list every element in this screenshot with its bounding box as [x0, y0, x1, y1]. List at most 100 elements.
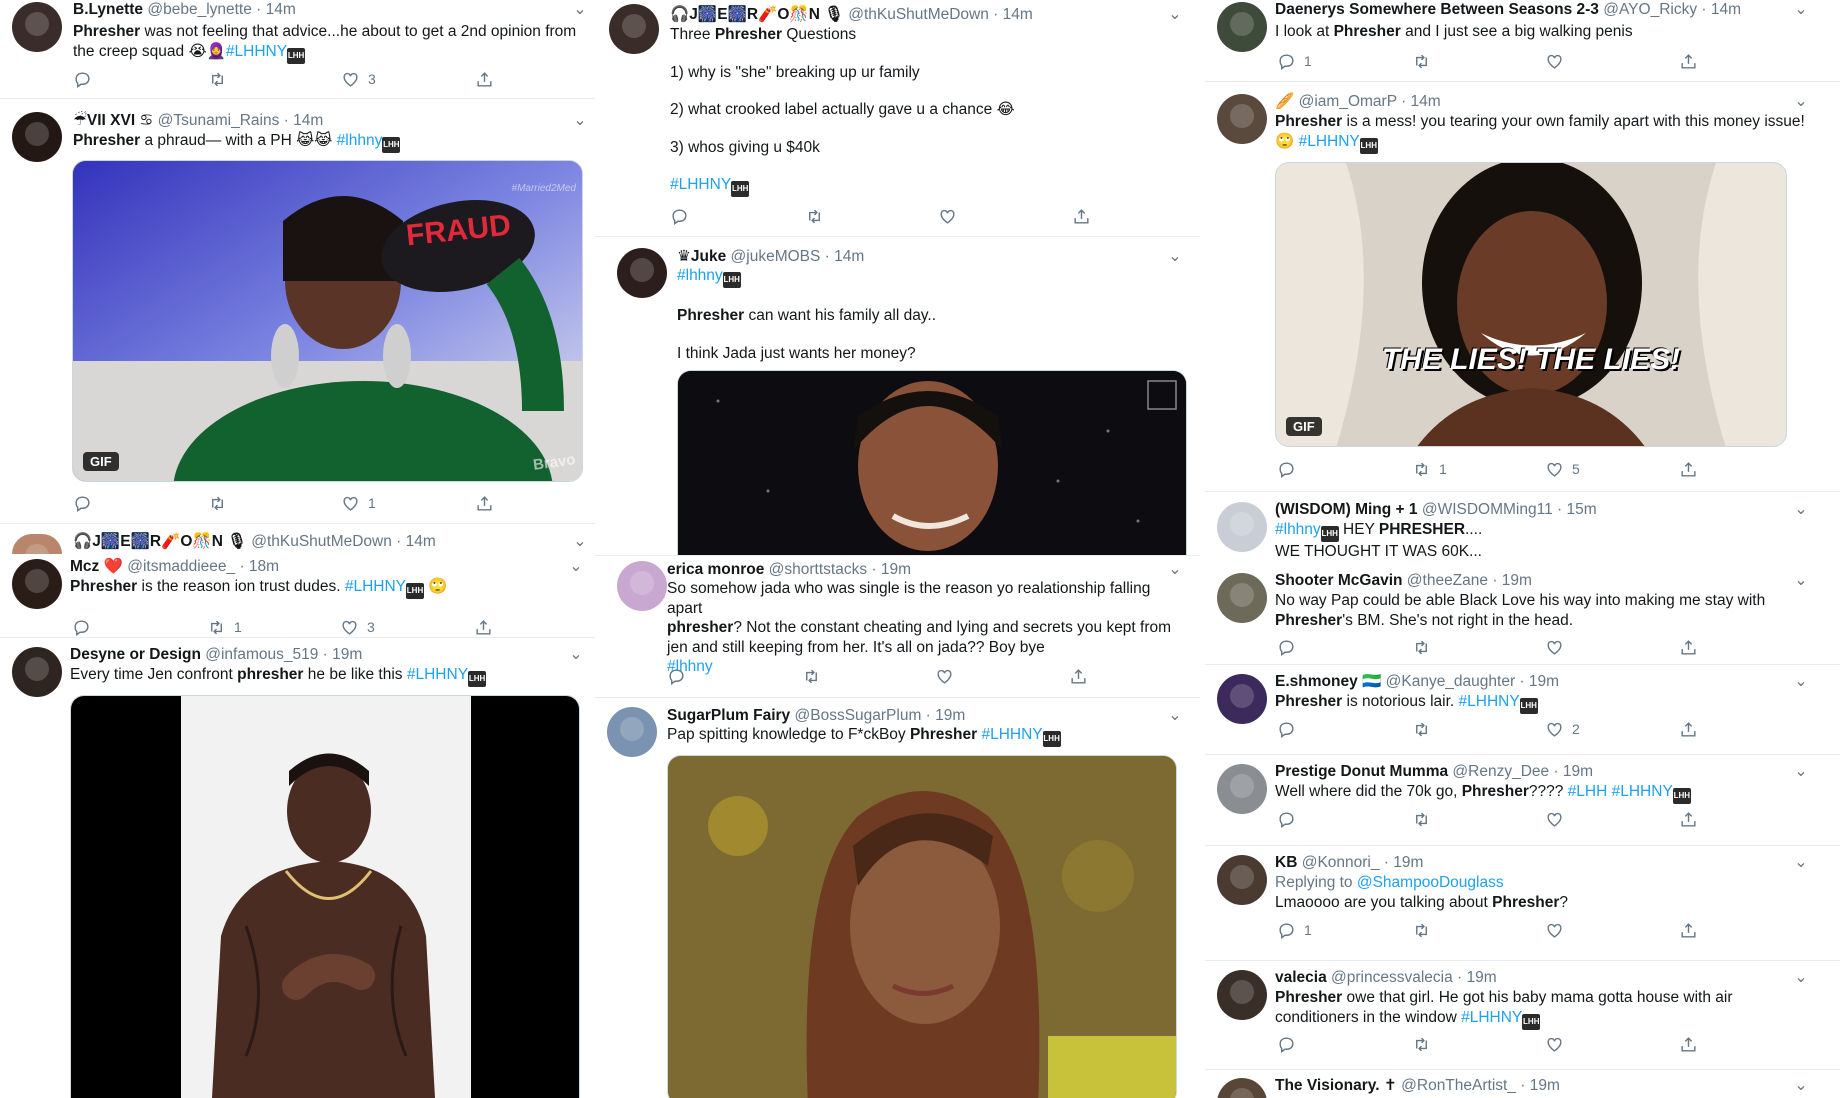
handle-timestamp[interactable]: @shorttstacks · 19m — [769, 561, 911, 578]
share-button[interactable] — [1679, 919, 1698, 941]
avatar[interactable] — [12, 2, 62, 52]
handle-timestamp[interactable]: @Tsunami_Rains · 14m — [158, 112, 324, 129]
chevron-down-icon[interactable]: ⌄ — [1791, 968, 1811, 988]
chevron-down-icon[interactable]: ⌄ — [566, 645, 586, 665]
like-button[interactable] — [1545, 1033, 1564, 1055]
chevron-down-icon[interactable]: ⌄ — [1791, 500, 1811, 520]
display-name[interactable]: B.Lynette — [73, 1, 143, 18]
avatar[interactable] — [12, 559, 62, 609]
chevron-down-icon[interactable]: ⌄ — [570, 532, 590, 552]
handle-timestamp[interactable]: @thKuShutMeDown · 14m — [251, 533, 436, 550]
gif-media[interactable] — [667, 755, 1177, 1098]
retweet-button[interactable] — [1412, 50, 1431, 72]
avatar[interactable] — [12, 534, 62, 554]
retweet-button[interactable]: 1 — [207, 616, 242, 638]
avatar[interactable] — [12, 112, 62, 162]
avatar[interactable] — [1217, 573, 1267, 623]
handle-timestamp[interactable]: @RonTheArtist_ · 19m — [1401, 1077, 1560, 1094]
chevron-down-icon[interactable]: ⌄ — [1791, 672, 1811, 692]
gif-media[interactable]: THE LIES! THE LIES! GIF — [1275, 162, 1787, 447]
like-button[interactable] — [1545, 919, 1564, 941]
retweet-button[interactable]: 1 — [1412, 458, 1447, 480]
like-button[interactable]: 2 — [1545, 718, 1580, 740]
display-name[interactable]: 🎧J🎆E🎆R🧨O🎊N 🎙 — [73, 533, 247, 550]
display-name[interactable]: erica monroe — [667, 561, 764, 578]
display-name[interactable]: SugarPlum Fairy — [667, 707, 790, 724]
hashtag[interactable]: #LHHNY — [1459, 693, 1520, 710]
share-button[interactable] — [475, 68, 494, 90]
display-name[interactable]: E.shmoney 🇸🇱 — [1275, 673, 1381, 690]
reply-button[interactable] — [670, 205, 689, 227]
display-name[interactable]: 🎧J🎆E🎆R🧨O🎊N 🎙 — [670, 6, 844, 23]
chevron-down-icon[interactable]: ⌄ — [1791, 762, 1811, 782]
share-button[interactable] — [1069, 665, 1088, 687]
hashtag[interactable]: #LHHNY — [345, 578, 406, 595]
avatar[interactable] — [1217, 970, 1267, 1020]
chevron-down-icon[interactable]: ⌄ — [1791, 853, 1811, 873]
handle-timestamp[interactable]: @WISDOMMing11 · 15m — [1422, 501, 1597, 518]
handle-timestamp[interactable]: @princessvalecia · 19m — [1331, 969, 1497, 986]
chevron-down-icon[interactable]: ⌄ — [1791, 92, 1811, 112]
video-media[interactable] — [70, 695, 580, 1098]
hashtag[interactable]: #LHHNY — [407, 666, 468, 683]
retweet-button[interactable] — [802, 665, 821, 687]
display-name[interactable]: The Visionary. ✝ — [1275, 1077, 1397, 1094]
like-button[interactable]: 5 — [1545, 458, 1580, 480]
handle-timestamp[interactable]: @AYO_Ricky · 14m — [1603, 1, 1741, 18]
hashtag[interactable]: #LHHNY — [977, 726, 1042, 743]
display-name[interactable]: ♛Juke — [677, 248, 726, 265]
avatar[interactable] — [12, 647, 62, 697]
like-button[interactable]: 1 — [341, 492, 376, 514]
like-button[interactable] — [1545, 636, 1564, 658]
display-name[interactable]: 🥖 — [1275, 93, 1294, 110]
reply-button[interactable] — [1277, 808, 1296, 830]
retweet-button[interactable] — [208, 492, 227, 514]
reply-button[interactable] — [1277, 458, 1296, 480]
chevron-down-icon[interactable]: ⌄ — [1165, 560, 1185, 580]
hashtag[interactable]: #LHHNY — [226, 43, 287, 60]
retweet-button[interactable] — [1412, 718, 1431, 740]
avatar[interactable] — [1217, 855, 1267, 905]
hashtag[interactable]: #lhhny — [1275, 521, 1321, 538]
avatar[interactable] — [1217, 2, 1267, 52]
display-name[interactable]: Daenerys Somewhere Between Seasons 2-3 — [1275, 1, 1599, 18]
share-button[interactable] — [475, 492, 494, 514]
display-name[interactable]: ☔VII XVI ♋ — [73, 112, 153, 129]
like-button[interactable] — [935, 665, 954, 687]
mention-link[interactable]: @ShampooDouglass — [1357, 874, 1504, 891]
handle-timestamp[interactable]: @Renzy_Dee · 19m — [1452, 763, 1593, 780]
retweet-button[interactable] — [208, 68, 227, 90]
like-button[interactable] — [1545, 50, 1564, 72]
avatar[interactable] — [1217, 94, 1267, 144]
chevron-down-icon[interactable]: ⌄ — [1165, 5, 1185, 25]
avatar[interactable] — [607, 707, 657, 757]
reply-button[interactable] — [1277, 718, 1296, 740]
chevron-down-icon[interactable]: ⌄ — [570, 0, 590, 20]
handle-timestamp[interactable]: @thKuShutMeDown · 14m — [848, 6, 1033, 23]
reply-button[interactable] — [667, 665, 686, 687]
retweet-button[interactable] — [1412, 636, 1431, 658]
share-button[interactable] — [474, 616, 493, 638]
hashtag[interactable]: #LHHNY — [1299, 133, 1360, 150]
share-button[interactable] — [1679, 458, 1698, 480]
display-name[interactable]: valecia — [1275, 969, 1327, 986]
hashtag[interactable]: #LHHNY — [1461, 1009, 1522, 1026]
hashtag[interactable]: #lhhny — [677, 267, 723, 284]
reply-button[interactable] — [73, 68, 92, 90]
reply-button[interactable] — [72, 616, 91, 638]
retweet-button[interactable] — [1412, 808, 1431, 830]
chevron-down-icon[interactable]: ⌄ — [1165, 706, 1185, 726]
retweet-button[interactable] — [1412, 1033, 1431, 1055]
display-name[interactable]: KB — [1275, 854, 1297, 871]
handle-timestamp[interactable]: @bebe_lynette · 14m — [147, 1, 295, 18]
like-button[interactable]: 3 — [340, 616, 375, 638]
avatar[interactable] — [1217, 1078, 1267, 1098]
like-button[interactable] — [1545, 808, 1564, 830]
display-name[interactable]: Prestige Donut Mumma — [1275, 763, 1448, 780]
reply-button[interactable] — [1277, 1033, 1296, 1055]
handle-timestamp[interactable]: @itsmaddieee_ · 18m — [127, 558, 279, 575]
chevron-down-icon[interactable]: ⌄ — [1791, 1076, 1811, 1096]
share-button[interactable] — [1679, 808, 1698, 830]
handle-timestamp[interactable]: @Konnori_ · 19m — [1302, 854, 1424, 871]
chevron-down-icon[interactable]: ⌄ — [566, 557, 586, 577]
